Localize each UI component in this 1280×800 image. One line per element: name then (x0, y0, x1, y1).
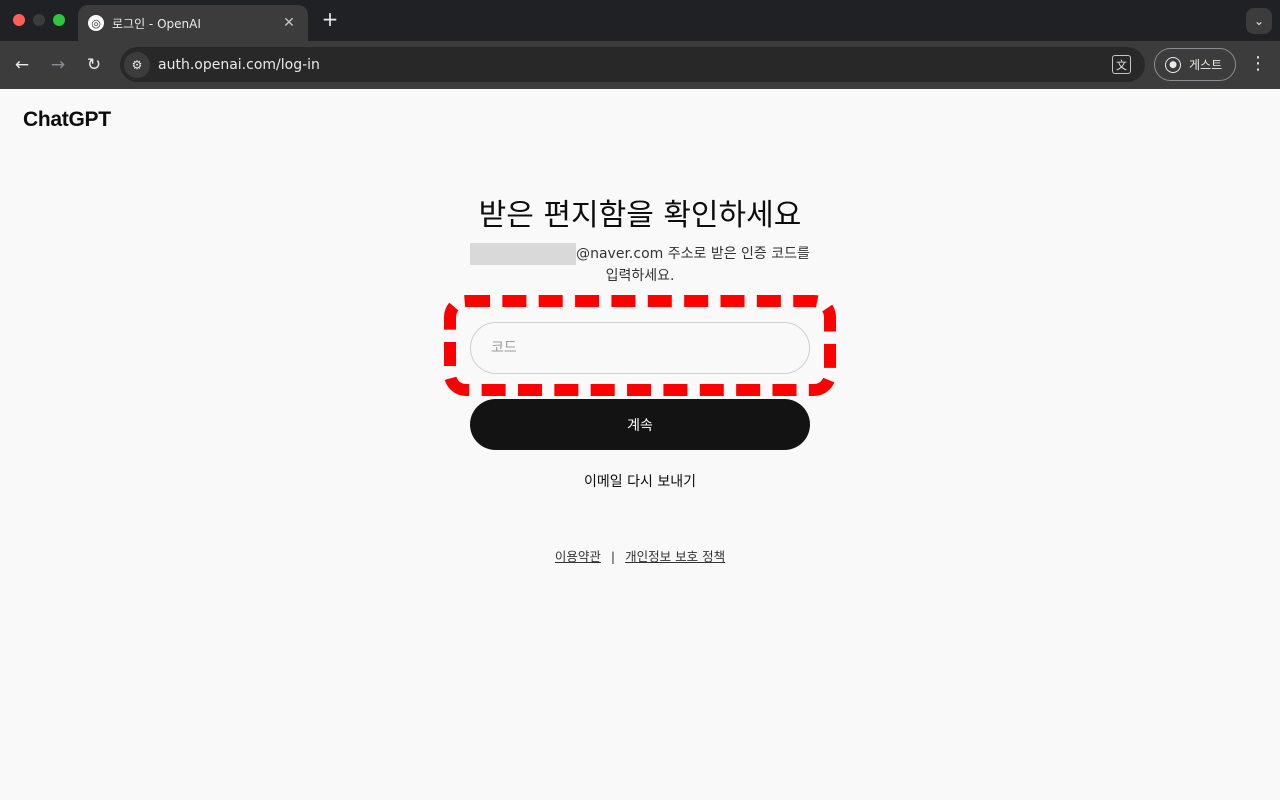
new-tab-button[interactable]: + (318, 8, 342, 32)
redacted-email-box (470, 243, 577, 265)
email-domain: @naver.com (576, 246, 664, 262)
resend-email-container: 이메일 다시 보내기 (0, 471, 1280, 491)
privacy-policy-link[interactable]: 개인정보 보호 정책 (625, 549, 725, 564)
footer-links: 이용약관 | 개인정보 보호 정책 (0, 546, 1280, 565)
address-bar[interactable]: ⚙ auth.openai.com/log-in 文 (120, 47, 1145, 82)
window-maximize-button[interactable] (53, 14, 65, 26)
url-text[interactable]: auth.openai.com/log-in (158, 57, 320, 73)
browser-tab[interactable]: ◎ 로그인 - OpenAI ✕ (78, 5, 308, 41)
instruction-text: @naver.com 주소로 받은 인증 코드를 입력하세요. (465, 243, 815, 287)
guest-profile-button[interactable]: ● 게스트 (1154, 48, 1236, 81)
profile-label: 게스트 (1189, 58, 1223, 72)
chatgpt-logo[interactable]: ChatGPT (23, 108, 111, 132)
browser-tab-bar: ◎ 로그인 - OpenAI ✕ + ⌄ (0, 0, 1280, 41)
back-arrow-icon[interactable]: ← (9, 52, 35, 78)
kebab-menu-icon[interactable]: ⋮ (1248, 53, 1268, 77)
window-close-button[interactable] (13, 14, 25, 26)
site-settings-icon[interactable]: ⚙ (124, 51, 150, 78)
resend-email-link[interactable]: 이메일 다시 보내기 (584, 474, 696, 490)
profile-avatar-icon: ● (1165, 56, 1181, 73)
reload-icon[interactable]: ↻ (81, 52, 107, 78)
continue-button[interactable]: 계속 (470, 399, 810, 450)
browser-toolbar: ← → ↻ ⚙ auth.openai.com/log-in 文 ● 게스트 ⋮ (0, 41, 1280, 89)
tab-close-icon[interactable]: ✕ (280, 15, 298, 31)
page-title: 받은 편지함을 확인하세요 (478, 198, 802, 233)
footer-separator: | (610, 549, 616, 564)
tab-title: 로그인 - OpenAI (112, 16, 201, 31)
openai-favicon-icon: ◎ (88, 15, 104, 31)
window-minimize-button[interactable] (33, 14, 45, 26)
terms-link[interactable]: 이용약관 (555, 549, 601, 564)
translate-icon[interactable]: 文 (1112, 55, 1131, 74)
verification-code-input[interactable] (470, 322, 810, 374)
forward-arrow-icon[interactable]: → (45, 52, 71, 78)
tab-search-chevron-icon[interactable]: ⌄ (1246, 8, 1272, 34)
